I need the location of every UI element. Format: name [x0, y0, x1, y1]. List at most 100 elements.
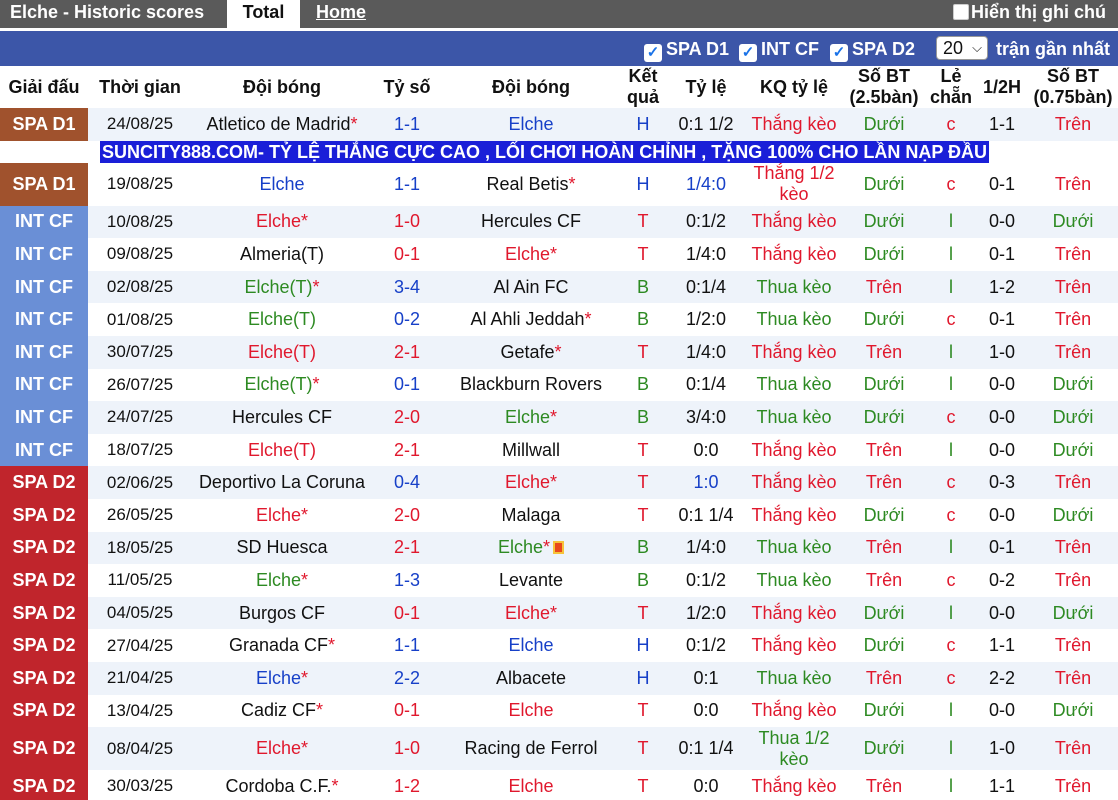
away-team-name[interactable]: Hercules CF	[481, 211, 581, 231]
match-score[interactable]: 3-4	[372, 270, 442, 304]
home-team[interactable]: Hercules CF	[192, 401, 372, 434]
match-score[interactable]: 1-1	[372, 108, 442, 141]
home-team-name[interactable]: Hercules CF	[232, 407, 332, 427]
home-team-name[interactable]: Atletico de Madrid	[206, 114, 350, 134]
away-team-name[interactable]: Albacete	[496, 668, 566, 688]
away-team-name[interactable]: Malaga	[501, 505, 560, 525]
away-team-name[interactable]: Levante	[499, 570, 563, 590]
home-team-name[interactable]: Elche(T)	[244, 277, 312, 297]
home-team[interactable]: Granada CF*	[192, 629, 372, 662]
table-row[interactable]: SPA D1 19/08/25 Elche 1-1 Real Betis* H 1/4:0 T…	[0, 162, 1118, 206]
away-team-name[interactable]: Elche	[505, 244, 550, 264]
checkbox-checked-icon[interactable]: ✓	[739, 44, 757, 62]
home-team-name[interactable]: Elche	[256, 505, 301, 525]
away-team[interactable]: Elche*	[442, 238, 620, 271]
away-team[interactable]: Elche	[442, 629, 620, 662]
away-team-name[interactable]: Al Ain FC	[493, 277, 568, 297]
home-team-name[interactable]: Elche	[256, 211, 301, 231]
table-row[interactable]: INT CF 01/08/25 Elche(T) 0-2 Al Ahli Jeddah*…	[0, 303, 1118, 336]
home-team[interactable]: Elche*	[192, 661, 372, 695]
table-row[interactable]: INT CF 30/07/25 Elche(T) 2-1 Getafe* T 1/4:0 Th…	[0, 335, 1118, 369]
away-team-name[interactable]: Racing de Ferrol	[464, 738, 597, 758]
away-team[interactable]: Al Ahli Jeddah*	[442, 303, 620, 336]
away-team[interactable]: Getafe*	[442, 335, 620, 369]
home-team-name[interactable]: Elche(T)	[248, 342, 316, 362]
home-team[interactable]: Elche(T)	[192, 433, 372, 467]
away-team[interactable]: Malaga	[442, 498, 620, 532]
match-count-select[interactable]: 20 ⌵	[936, 36, 988, 60]
table-row[interactable]: SPA D2 26/05/25 Elche* 2-0 Malaga T 0:1 1/4 Thắ…	[0, 498, 1118, 532]
match-score[interactable]: 2-1	[372, 335, 442, 369]
match-score[interactable]: 2-0	[372, 401, 442, 434]
filter-spa-d1[interactable]: ✓ SPA D1	[644, 39, 729, 62]
away-team-name[interactable]: Elche	[505, 603, 550, 623]
away-team[interactable]: Elche*	[442, 466, 620, 499]
home-team-name[interactable]: Elche	[259, 174, 304, 194]
home-team[interactable]: Elche(T)	[192, 335, 372, 369]
match-score[interactable]: 0-1	[372, 368, 442, 402]
checkbox-checked-icon[interactable]: ✓	[644, 44, 662, 62]
home-team-name[interactable]: SD Huesca	[236, 537, 327, 557]
away-team[interactable]: Al Ain FC	[442, 270, 620, 304]
away-team[interactable]: Elche*	[442, 596, 620, 630]
away-team[interactable]: Millwall	[442, 433, 620, 467]
ad-banner-link[interactable]: SUNCITY888.COM- TỶ LỆ THẮNG CỰC CAO , LỐ…	[100, 140, 990, 163]
match-score[interactable]: 1-1	[372, 629, 442, 662]
table-row[interactable]: INT CF 10/08/25 Elche* 1-0 Hercules CF T 0:1/2…	[0, 205, 1118, 239]
away-team-name[interactable]: Elche	[505, 472, 550, 492]
match-score[interactable]: 1-0	[372, 205, 442, 239]
home-team[interactable]: Burgos CF	[192, 596, 372, 630]
home-team[interactable]: SD Huesca	[192, 531, 372, 565]
away-team[interactable]: Elche	[442, 694, 620, 728]
home-team-name[interactable]: Elche(T)	[244, 374, 312, 394]
match-score[interactable]: 0-1	[372, 694, 442, 728]
away-team-name[interactable]: Elche	[508, 635, 553, 655]
table-row[interactable]: SPA D2 18/05/25 SD Huesca 2-1 Elche* B 1/4:0 Th…	[0, 531, 1118, 565]
table-row[interactable]: INT CF 26/07/25 Elche(T)* 0-1 Blackburn Rove…	[0, 368, 1118, 402]
match-score[interactable]: 1-0	[372, 727, 442, 771]
table-row[interactable]: SPA D2 02/06/25 Deportivo La Coruna 0-4 Elch…	[0, 466, 1118, 499]
away-team[interactable]: Elche	[442, 108, 620, 141]
match-score[interactable]: 1-2	[372, 770, 442, 800]
home-team[interactable]: Elche*	[192, 564, 372, 597]
home-team[interactable]: Elche*	[192, 205, 372, 239]
away-team[interactable]: Real Betis*	[442, 162, 620, 206]
away-team[interactable]: Elche*	[442, 531, 620, 565]
away-team[interactable]: Racing de Ferrol	[442, 727, 620, 771]
match-score[interactable]: 2-1	[372, 433, 442, 467]
home-team-name[interactable]: Burgos CF	[239, 603, 325, 623]
away-team-name[interactable]: Blackburn Rovers	[460, 374, 602, 394]
table-row[interactable]: SPA D2 08/04/25 Elche* 1-0 Racing de Ferrol T…	[0, 727, 1118, 771]
home-team-name[interactable]: Elche	[256, 738, 301, 758]
away-team[interactable]: Elche*	[442, 401, 620, 434]
home-team[interactable]: Elche	[192, 162, 372, 206]
home-team-name[interactable]: Deportivo La Coruna	[199, 472, 365, 492]
table-row[interactable]: INT CF 18/07/25 Elche(T) 2-1 Millwall T 0:0 Thắ…	[0, 433, 1118, 467]
away-team-name[interactable]: Elche	[508, 776, 553, 796]
table-row[interactable]: INT CF 09/08/25 Almeria(T) 0-1 Elche* T 1/4:0 T…	[0, 238, 1118, 271]
table-row[interactable]: SPA D2 21/04/25 Elche* 2-2 Albacete H 0:1 Thua …	[0, 661, 1118, 695]
show-notes-option[interactable]: Hiển thị ghi chú	[953, 2, 1106, 23]
table-row[interactable]: INT CF 02/08/25 Elche(T)* 3-4 Al Ain FC B 0:1/…	[0, 270, 1118, 304]
away-team-name[interactable]: Elche	[508, 700, 553, 720]
table-row[interactable]: SPA D2 11/05/25 Elche* 1-3 Levante B 0:1/2 Thua…	[0, 564, 1118, 597]
match-score[interactable]: 0-4	[372, 466, 442, 499]
checkbox-checked-icon[interactable]: ✓	[830, 44, 848, 62]
table-row[interactable]: SPA D2 13/04/25 Cadiz CF* 0-1 Elche T 0:0 Thắng…	[0, 694, 1118, 728]
home-team[interactable]: Elche*	[192, 498, 372, 532]
away-team[interactable]: Elche	[442, 770, 620, 800]
away-team-name[interactable]: Getafe	[500, 342, 554, 362]
tab-total[interactable]: Total	[227, 0, 300, 31]
match-score[interactable]: 1-3	[372, 564, 442, 597]
away-team[interactable]: Blackburn Rovers	[442, 368, 620, 402]
home-team-name[interactable]: Granada CF	[229, 635, 328, 655]
away-team-name[interactable]: Al Ahli Jeddah	[470, 309, 584, 329]
show-notes-checkbox[interactable]	[953, 4, 969, 20]
home-team[interactable]: Deportivo La Coruna	[192, 466, 372, 499]
home-team-name[interactable]: Elche(T)	[248, 309, 316, 329]
away-team-name[interactable]: Elche	[508, 114, 553, 134]
home-team[interactable]: Cadiz CF*	[192, 694, 372, 728]
away-team-name[interactable]: Elche	[505, 407, 550, 427]
match-score[interactable]: 2-0	[372, 498, 442, 532]
table-row[interactable]: SPA D2 27/04/25 Granada CF* 1-1 Elche H 0:1/2 T…	[0, 629, 1118, 662]
